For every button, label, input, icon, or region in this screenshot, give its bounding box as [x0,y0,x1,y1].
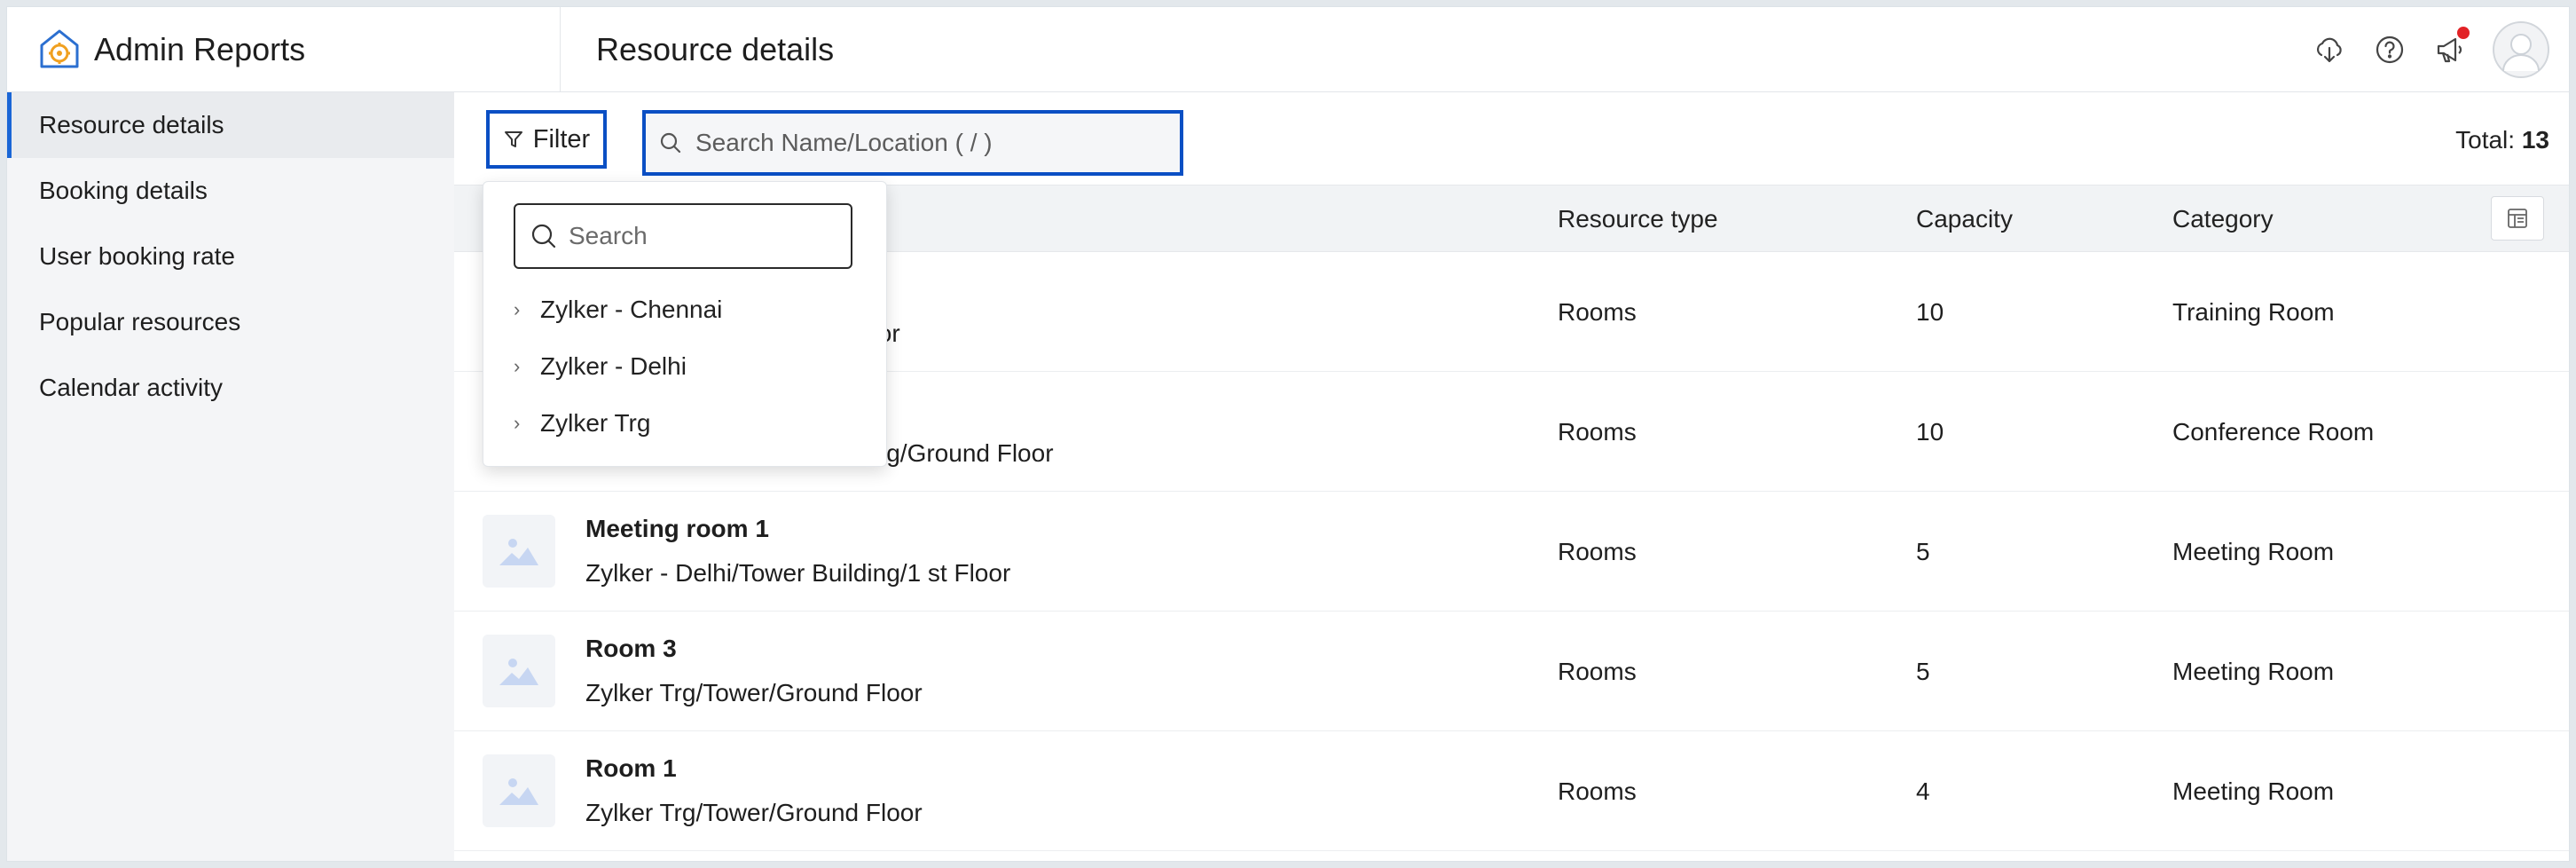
filter-location-label: Zylker - Chennai [540,296,723,323]
toolbar: Filter Total: 13 [454,92,2569,185]
column-header-category[interactable]: Category [2172,205,2274,233]
sidebar-item-user-booking-rate[interactable]: User booking rate [7,224,454,289]
resource-thumbnail [483,635,555,707]
column-settings-icon [2508,209,2527,228]
resource-type-cell: Rooms [1558,418,1637,446]
admin-reports-logo [40,29,79,67]
sidebar-item-label: Popular resources [39,308,241,335]
total-label: Total: [2455,126,2516,154]
chevron-right-icon[interactable]: › [514,298,540,321]
download-cloud-icon[interactable] [2312,32,2347,67]
avatar[interactable] [2493,21,2549,78]
resource-location: Zylker Trg/Tower/Ground Floor [585,799,923,826]
total-count: Total: 13 [2455,126,2549,154]
sidebar-item-label: Calendar activity [39,374,223,401]
category-cell: Training Room [2172,298,2335,326]
column-settings-button[interactable] [2491,196,2544,241]
filter-location-item[interactable]: › Zylker - Chennai [514,292,722,327]
sidebar-item-popular-resources[interactable]: Popular resources [7,289,454,355]
help-icon[interactable] [2372,32,2407,67]
resource-type-cell: Rooms [1558,658,1637,685]
sidebar-item-label: Booking details [39,177,208,204]
table-row[interactable]: Meeting room 1 Zylker - Delhi/Tower Buil… [454,492,2569,612]
image-placeholder-icon [499,778,538,805]
image-placeholder-icon [499,539,538,565]
sidebar: Resource details Booking details User bo… [7,92,454,861]
filter-search-box[interactable] [514,203,852,269]
search-icon [531,224,556,249]
notification-dot [2457,27,2470,39]
filter-location-label: Zylker - Delhi [540,352,687,380]
table-row[interactable]: Room 1 Zylker Trg/Tower/Ground Floor Roo… [454,731,2569,851]
app-title: Admin Reports [94,30,306,67]
search-input[interactable] [695,129,1157,157]
filter-label: Filter [532,124,591,154]
category-cell: Meeting Room [2172,777,2335,805]
resource-type-cell: Rooms [1558,538,1637,565]
capacity-cell: 5 [1916,538,1930,565]
brand-area: Admin Reports [7,7,561,92]
filter-location-label: Zylker Trg [540,409,651,437]
filter-location-item[interactable]: › Zylker Trg [514,406,650,441]
capacity-cell: 4 [1916,777,1930,805]
capacity-cell: 5 [1916,658,1930,685]
resource-thumbnail [483,754,555,827]
resource-type-cell: Rooms [1558,298,1637,326]
filter-search-input[interactable] [569,222,835,250]
sidebar-item-resource-details[interactable]: Resource details [7,92,454,158]
filter-button[interactable]: Filter [486,110,607,169]
resource-thumbnail [483,515,555,588]
filter-location-item[interactable]: › Zylker - Delhi [514,349,687,384]
app-window: Admin Reports Resource details Resource … [6,6,2570,862]
search-icon [660,132,681,154]
image-placeholder-icon [499,659,538,685]
category-cell: Meeting Room [2172,658,2335,685]
filter-dropdown: › Zylker - Chennai › Zylker - Delhi › Zy… [483,181,887,467]
category-cell: Meeting Room [2172,538,2335,565]
column-header-resource-type[interactable]: Resource type [1558,205,1718,233]
chevron-right-icon[interactable]: › [514,355,540,378]
resource-location: Zylker - Delhi/Tower Building/1 st Floor [585,559,1011,587]
filter-icon [504,131,522,147]
resource-name[interactable]: Room 3 [585,635,677,663]
category-cell: Conference Room [2172,418,2375,446]
capacity-cell: 10 [1916,418,1944,446]
resource-name[interactable]: Meeting room 1 [585,515,769,543]
capacity-cell: 10 [1916,298,1944,326]
announcement-icon[interactable] [2432,27,2470,67]
chevron-right-icon[interactable]: › [514,412,540,435]
resource-location: Zylker Trg/Tower/Ground Floor [585,679,923,706]
sidebar-item-calendar-activity[interactable]: Calendar activity [7,355,454,421]
resource-search-box[interactable] [642,110,1183,176]
resource-name[interactable]: Room 1 [585,754,677,783]
resource-type-cell: Rooms [1558,777,1637,805]
sidebar-item-label: User booking rate [39,242,236,270]
sidebar-item-booking-details[interactable]: Booking details [7,158,454,224]
total-value: 13 [2521,126,2549,154]
top-icons [2287,21,2549,78]
page-title: Resource details [596,30,835,67]
sidebar-item-label: Resource details [39,111,224,138]
table-row[interactable]: Room 3 Zylker Trg/Tower/Ground Floor Roo… [454,612,2569,731]
column-header-capacity[interactable]: Capacity [1916,205,2013,233]
top-bar: Resource details [561,7,2569,92]
